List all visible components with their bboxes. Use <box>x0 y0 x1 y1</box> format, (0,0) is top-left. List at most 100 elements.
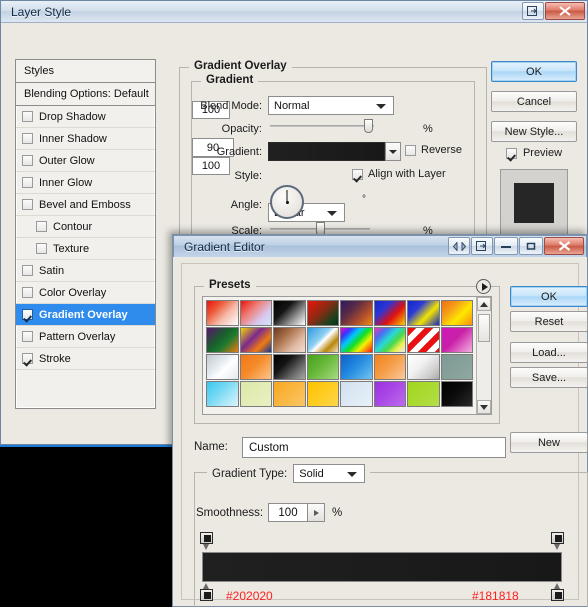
reverse-checkbox[interactable]: Reverse <box>405 144 462 156</box>
close-icon[interactable] <box>545 2 585 20</box>
preset-swatch-green-spotted[interactable] <box>306 354 339 380</box>
gradient-preview-swatch[interactable] <box>268 142 401 161</box>
prev-next-icon[interactable] <box>448 237 470 255</box>
preset-swatch-purple[interactable] <box>373 381 406 407</box>
sidebar-item-stroke[interactable]: Stroke <box>16 348 155 370</box>
preset-swatch-cyan-fade[interactable] <box>206 381 239 407</box>
sidebar-item-outer-glow[interactable]: Outer Glow <box>16 150 155 172</box>
gradient-strip-area[interactable]: #202020 #181818 <box>200 532 564 603</box>
preset-swatch-violet-green-orange[interactable] <box>206 327 239 353</box>
opacity-slider-thumb[interactable] <box>364 119 373 133</box>
restore-down-icon[interactable] <box>522 2 544 20</box>
preset-swatch-red-green[interactable] <box>306 300 339 326</box>
gradient-editor-new-button[interactable]: New <box>510 432 588 453</box>
style-checkbox[interactable] <box>22 331 33 342</box>
preset-swatch-copper[interactable] <box>273 327 306 353</box>
style-checkbox[interactable] <box>36 243 47 254</box>
preset-swatch-amber[interactable] <box>273 381 306 407</box>
preset-swatch-peach[interactable] <box>373 354 406 380</box>
presets-pane[interactable] <box>202 296 492 415</box>
preset-swatch-violet-orange[interactable] <box>340 300 373 326</box>
preview-checkbox[interactable]: Preview <box>491 147 577 159</box>
preset-swatch-foreground-to-transparent[interactable] <box>239 300 272 326</box>
style-checkbox[interactable] <box>22 287 33 298</box>
presets-menu-icon[interactable] <box>476 279 491 294</box>
sidebar-item-satin[interactable]: Satin <box>16 260 155 282</box>
opacity-slider[interactable] <box>270 119 374 133</box>
preset-swatch-pale-lime[interactable] <box>239 381 272 407</box>
minimize-icon[interactable] <box>494 237 518 255</box>
opacity-stop-right[interactable] <box>551 532 564 550</box>
layer-style-ok-button[interactable]: OK <box>491 61 577 82</box>
preset-swatch-black-white[interactable] <box>273 300 306 326</box>
scroll-down-icon[interactable] <box>477 400 491 414</box>
preset-swatch-yellow-violet-orange-blue[interactable] <box>239 327 272 353</box>
gradient-editor-reset-button[interactable]: Reset <box>510 311 588 332</box>
style-checkbox[interactable] <box>22 111 33 122</box>
restore-down-icon[interactable] <box>471 237 493 255</box>
style-checkbox[interactable] <box>22 353 33 364</box>
preset-swatch-gold[interactable] <box>306 381 339 407</box>
presets-scrollbar[interactable] <box>476 297 491 414</box>
opacity-stop-left[interactable] <box>200 532 213 550</box>
preset-swatch-foreground-to-background[interactable] <box>206 300 239 326</box>
sidebar-item-blending-options[interactable]: Blending Options: Default <box>16 83 155 106</box>
preset-swatch-transparent-rainbow[interactable] <box>373 327 406 353</box>
color-stop-left[interactable] <box>200 583 213 601</box>
document-canvas[interactable] <box>0 445 172 607</box>
styles-list[interactable]: Styles Blending Options: Default Drop Sh… <box>15 59 156 409</box>
align-with-layer-checkbox-box[interactable] <box>352 168 363 180</box>
preset-swatch-spectrum[interactable] <box>340 327 373 353</box>
reverse-checkbox-box[interactable] <box>405 144 416 156</box>
new-style-button[interactable]: New Style... <box>491 121 577 142</box>
align-with-layer-checkbox[interactable]: Align with Layer <box>352 168 446 180</box>
gradient-type-select[interactable]: Solid <box>293 464 366 483</box>
gradient-editor-save-button[interactable]: Save... <box>510 367 588 388</box>
sidebar-item-inner-glow[interactable]: Inner Glow <box>16 172 155 194</box>
preset-swatch-grid[interactable] <box>203 297 476 414</box>
layer-style-cancel-button[interactable]: Cancel <box>491 91 577 112</box>
angle-dial[interactable] <box>270 185 304 219</box>
style-checkbox[interactable] <box>22 265 33 276</box>
gradient-editor-load-button[interactable]: Load... <box>510 342 588 363</box>
maximize-icon[interactable] <box>519 237 543 255</box>
preset-swatch-orange-tint[interactable] <box>239 354 272 380</box>
preset-swatch-blue-sky[interactable] <box>340 354 373 380</box>
gradient-editor-ok-button[interactable]: OK <box>510 286 588 307</box>
preset-swatch-blue-red-yellow[interactable] <box>373 300 406 326</box>
preset-swatch-pale-blue[interactable] <box>340 381 373 407</box>
style-checkbox[interactable] <box>22 309 33 320</box>
style-checkbox[interactable] <box>22 155 33 166</box>
color-stop-right[interactable] <box>551 583 564 601</box>
close-icon[interactable] <box>544 237 584 255</box>
style-checkbox[interactable] <box>36 221 47 232</box>
sidebar-item-pattern-overlay[interactable]: Pattern Overlay <box>16 326 155 348</box>
preset-swatch-silver-white[interactable] <box>206 354 239 380</box>
gradient-strip[interactable] <box>202 552 562 582</box>
gradient-editor-titlebar[interactable]: Gradient Editor <box>173 235 587 257</box>
preset-swatch-black-fade[interactable] <box>440 381 473 407</box>
style-checkbox[interactable] <box>22 177 33 188</box>
style-checkbox[interactable] <box>22 133 33 144</box>
style-checkbox[interactable] <box>22 199 33 210</box>
smoothness-input[interactable]: 100 <box>268 503 308 522</box>
preset-swatch-sage[interactable] <box>440 354 473 380</box>
sidebar-item-gradient-overlay[interactable]: Gradient Overlay <box>16 304 155 326</box>
name-input[interactable]: Custom <box>242 437 506 458</box>
sidebar-item-inner-shadow[interactable]: Inner Shadow <box>16 128 155 150</box>
sidebar-item-contour[interactable]: Contour <box>16 216 155 238</box>
scroll-up-icon[interactable] <box>477 297 491 311</box>
sidebar-item-drop-shadow[interactable]: Drop Shadow <box>16 106 155 128</box>
gradient-picker-dropdown[interactable] <box>385 142 401 161</box>
preview-checkbox-box[interactable] <box>505 147 517 159</box>
preset-swatch-white-gray[interactable] <box>407 354 440 380</box>
preset-swatch-black-gray[interactable] <box>273 354 306 380</box>
preset-swatch-transparent-stripes[interactable] <box>407 327 440 353</box>
preset-swatch-magenta-pink[interactable] <box>440 327 473 353</box>
sidebar-item-texture[interactable]: Texture <box>16 238 155 260</box>
blend-mode-select[interactable]: Normal <box>268 96 394 115</box>
preset-swatch-chrome[interactable] <box>306 327 339 353</box>
smoothness-stepper[interactable] <box>308 503 325 522</box>
sidebar-item-bevel-and-emboss[interactable]: Bevel and Emboss <box>16 194 155 216</box>
preset-swatch-blue-yellow-blue[interactable] <box>407 300 440 326</box>
